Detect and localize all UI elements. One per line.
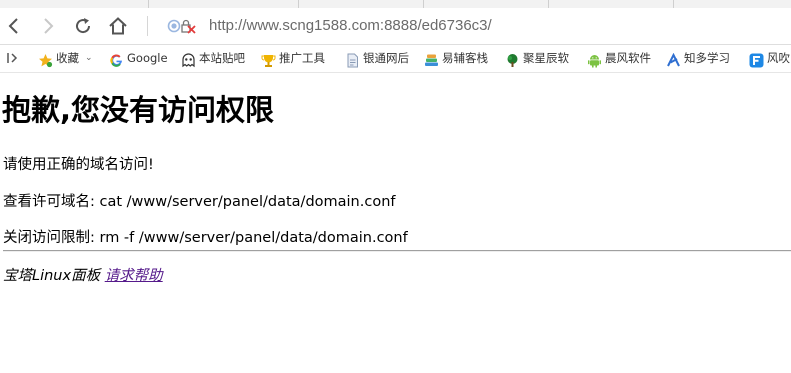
bookmark-label: 推广工具 bbox=[279, 51, 325, 65]
reload-icon bbox=[76, 18, 91, 34]
back-button[interactable] bbox=[4, 15, 26, 37]
bookmark-zhiduo-learning[interactable]: 知多学习 bbox=[666, 45, 737, 72]
bookmark-label: 聚星辰软 bbox=[523, 51, 569, 65]
bookmark-yintong-backend[interactable]: 银通网后 bbox=[345, 45, 412, 72]
address-separator bbox=[147, 16, 148, 36]
site-info-button[interactable] bbox=[166, 18, 200, 34]
zhi-icon bbox=[666, 51, 681, 67]
google-icon bbox=[109, 51, 124, 67]
forward-button[interactable] bbox=[36, 15, 58, 37]
tab-divider bbox=[423, 0, 424, 8]
bookmark-label: 晨风软件 bbox=[605, 51, 651, 65]
bookmark-juxingchen[interactable]: 聚星辰软 bbox=[505, 45, 575, 72]
home-icon bbox=[109, 17, 127, 35]
document-icon bbox=[345, 51, 360, 68]
bookmark-favorites[interactable]: 收藏 ⌄ bbox=[38, 45, 93, 72]
bookmark-site-forum[interactable]: 本站贴吧 bbox=[181, 45, 250, 72]
home-button[interactable] bbox=[107, 15, 129, 37]
back-arrow-icon bbox=[8, 18, 18, 34]
ghost-icon bbox=[181, 51, 196, 68]
page-title: 抱歉,您没有访问权限 bbox=[2, 93, 275, 127]
bookmark-google[interactable]: Google bbox=[109, 45, 168, 72]
divider bbox=[3, 250, 791, 252]
tab-divider bbox=[673, 0, 674, 8]
bookmark-label: 本站贴吧 bbox=[199, 51, 245, 65]
books-icon bbox=[424, 51, 439, 66]
chevron-down-icon: ⌄ bbox=[85, 53, 93, 63]
tab-divider bbox=[298, 0, 299, 8]
address-bar[interactable]: http://www.scng1588.com:8888/ed6736c3/ bbox=[209, 16, 492, 36]
f-logo-icon bbox=[749, 51, 764, 68]
trophy-icon bbox=[261, 51, 276, 67]
star-icon bbox=[38, 51, 53, 68]
bookmark-fengchui[interactable]: 风吹 bbox=[749, 45, 791, 72]
allowed-domains-command: 查看许可域名: cat /www/server/panel/data/domai… bbox=[3, 194, 396, 210]
bookmark-label: 收藏 bbox=[56, 51, 79, 65]
browser-toolbar: http://www.scng1588.com:8888/ed6736c3/ bbox=[0, 8, 791, 45]
forward-arrow-icon bbox=[44, 18, 54, 34]
tab-divider bbox=[548, 0, 549, 8]
bookmarks-bar: 收藏 ⌄ Google 本站贴吧 推广工具 银通网后 易辅客栈 聚星辰软 晨风软… bbox=[0, 45, 791, 73]
bookmark-label: Google bbox=[127, 51, 168, 65]
footer-brand-text: 宝塔Linux面板 bbox=[3, 268, 105, 284]
bookmark-yifu-inn[interactable]: 易辅客栈 bbox=[424, 45, 493, 72]
bookmark-label: 易辅客栈 bbox=[442, 51, 488, 65]
bookmark-chenfeng-software[interactable]: 晨风软件 bbox=[587, 45, 651, 72]
bookmark-label: 银通网后 bbox=[363, 51, 409, 65]
bookmark-promo-tools[interactable]: 推广工具 bbox=[261, 45, 330, 72]
reload-button[interactable] bbox=[72, 15, 94, 37]
android-icon bbox=[587, 51, 602, 68]
sidebar-toggle-icon bbox=[7, 53, 18, 63]
insecure-connection-icon bbox=[167, 19, 196, 34]
tab-divider bbox=[148, 0, 149, 8]
bookmark-label: 知多学习 bbox=[684, 51, 730, 65]
help-link[interactable]: 请求帮助 bbox=[105, 268, 163, 284]
sidebar-toggle-button[interactable] bbox=[6, 50, 20, 66]
bookmark-label: 风吹 bbox=[767, 51, 790, 65]
instruction-text: 请使用正确的域名访问! bbox=[3, 157, 154, 173]
tree-icon bbox=[505, 51, 520, 67]
disable-restriction-command: 关闭访问限制: rm -f /www/server/panel/data/dom… bbox=[3, 230, 408, 246]
footer: 宝塔Linux面板 请求帮助 bbox=[3, 264, 163, 285]
tab-strip bbox=[0, 0, 791, 8]
